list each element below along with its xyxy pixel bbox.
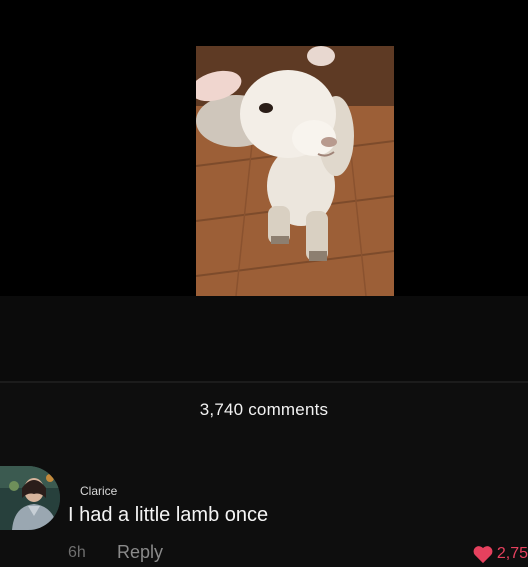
video-player[interactable]	[0, 0, 528, 296]
avatar-image	[0, 466, 60, 530]
video-bottom-band	[0, 296, 528, 382]
video-frame[interactable]	[196, 46, 394, 296]
comment-text: I had a little lamb once	[68, 504, 269, 526]
like-count: 2,75	[496, 545, 528, 562]
comments-count: 3,740 comments	[199, 400, 329, 419]
like-button[interactable]: 2,75	[472, 543, 528, 565]
comment-item: Clarice I had a little lamb once 6h Repl…	[0, 462, 528, 567]
lamb-image	[196, 46, 394, 296]
comment-username[interactable]: Clarice	[80, 484, 117, 498]
heart-icon[interactable]	[472, 544, 494, 564]
reply-button[interactable]: Reply	[117, 542, 163, 563]
avatar[interactable]	[0, 466, 60, 530]
comment-timestamp: 6h	[68, 544, 86, 561]
